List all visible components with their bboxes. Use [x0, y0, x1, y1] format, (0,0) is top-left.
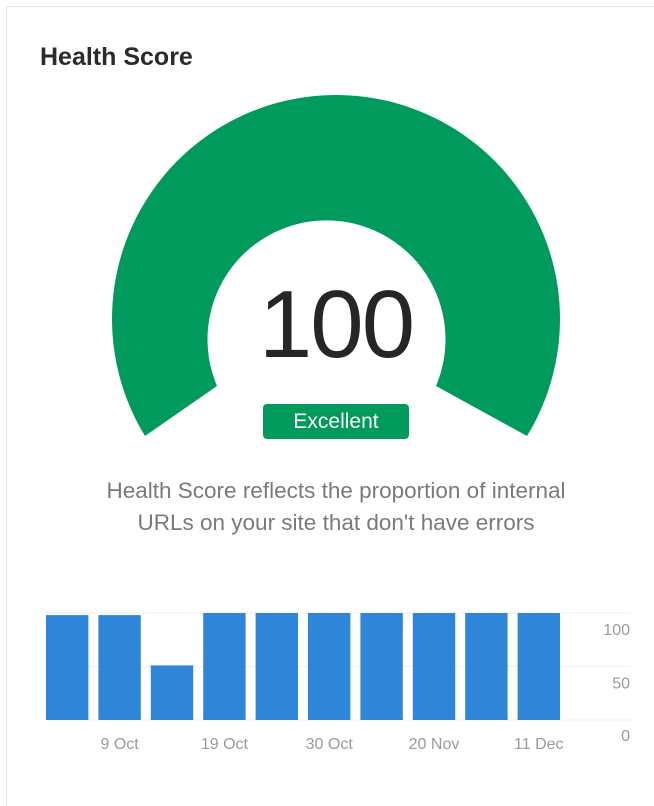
- y-tick-label: 50: [612, 676, 630, 693]
- y-tick-label: 100: [603, 622, 630, 639]
- x-tick-label: 19 Oct: [201, 736, 249, 753]
- chart-bar[interactable]: [203, 613, 246, 720]
- chart-bar[interactable]: [46, 615, 89, 720]
- chart-bar[interactable]: [308, 613, 351, 720]
- chart-bar[interactable]: [412, 613, 456, 720]
- chart-bar[interactable]: [465, 613, 508, 720]
- chart-bar[interactable]: [255, 613, 298, 720]
- chart-bar[interactable]: [98, 615, 141, 720]
- chart-bar[interactable]: [150, 665, 194, 720]
- chart-bar[interactable]: [360, 613, 403, 720]
- x-tick-label: 30 Oct: [306, 736, 354, 753]
- x-tick-label: 9 Oct: [100, 736, 139, 753]
- x-tick-label: 11 Dec: [514, 736, 564, 753]
- y-tick-label: 0: [621, 728, 630, 745]
- health-score-history-chart: 9 Oct 19 Oct 30 Oct 20 Nov 11 Dec 100 50 0: [46, 612, 630, 753]
- x-tick-label: 20 Nov: [409, 736, 460, 753]
- chart-bar[interactable]: [517, 613, 560, 720]
